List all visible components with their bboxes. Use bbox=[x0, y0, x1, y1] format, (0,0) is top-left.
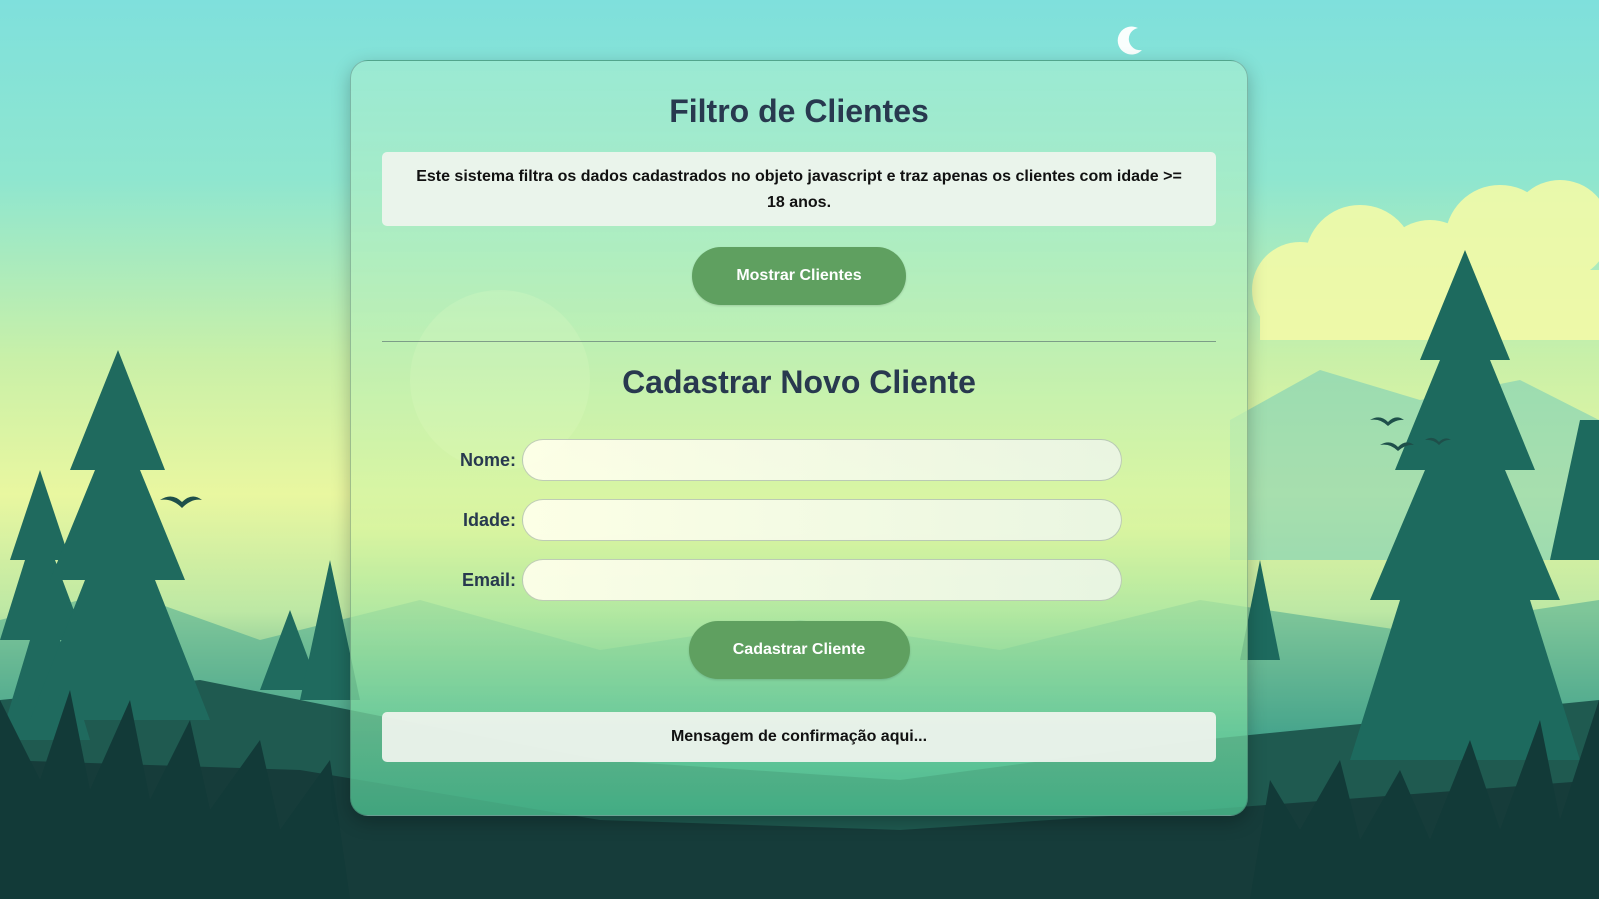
register-title: Cadastrar Novo Cliente bbox=[622, 364, 976, 400]
age-row: Idade: bbox=[382, 499, 1216, 541]
section-divider bbox=[382, 341, 1216, 342]
register-client-button[interactable]: Cadastrar Cliente bbox=[688, 621, 910, 679]
email-label: Email: bbox=[461, 569, 516, 590]
description-box: Este sistema filtra os dados cadastrados… bbox=[382, 152, 1216, 226]
age-input[interactable] bbox=[522, 499, 1122, 541]
register-form: Nome: Idade: Email: bbox=[382, 439, 1216, 601]
email-row: Email: bbox=[382, 559, 1216, 601]
age-label: Idade: bbox=[462, 509, 516, 530]
confirmation-message: Mensagem de confirmação aqui... bbox=[670, 728, 928, 745]
name-input[interactable] bbox=[522, 439, 1122, 481]
name-row: Nome: bbox=[382, 439, 1216, 481]
description-text: Este sistema filtra os dados cadastrados… bbox=[416, 168, 1182, 211]
name-label: Nome: bbox=[459, 449, 516, 470]
email-input[interactable] bbox=[522, 559, 1122, 601]
show-clients-button[interactable]: Mostrar Clientes bbox=[692, 247, 906, 305]
client-filter-card: Filtro de Clientes Este sistema filtra o… bbox=[350, 60, 1248, 816]
page-title: Filtro de Clientes bbox=[669, 93, 929, 129]
moon-icon bbox=[1117, 26, 1142, 55]
confirmation-message-box: Mensagem de confirmação aqui... bbox=[382, 712, 1216, 762]
